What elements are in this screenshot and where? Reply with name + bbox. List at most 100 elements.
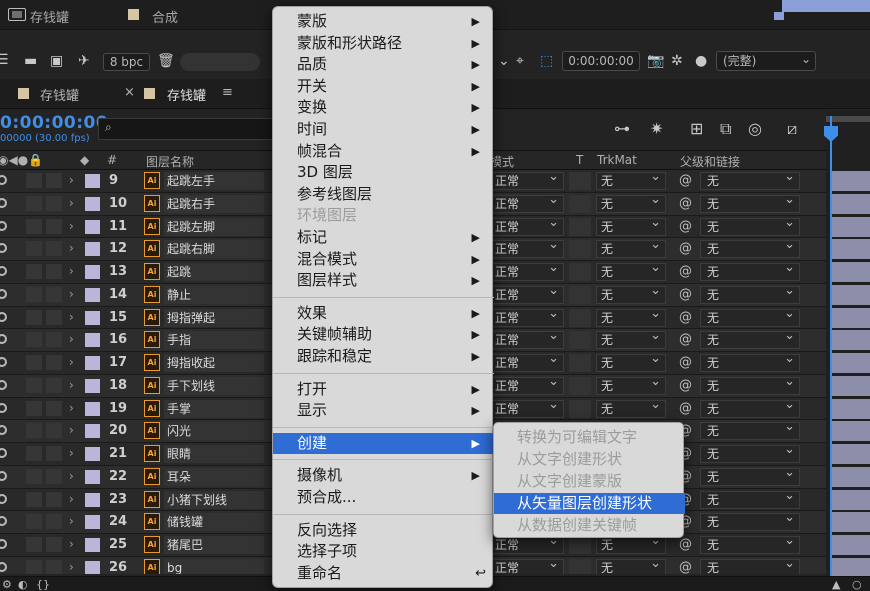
layer-name[interactable]: 静止 [164, 285, 264, 304]
lock-switch[interactable] [46, 264, 62, 279]
parent-select[interactable]: 无 [700, 192, 800, 213]
solo-switch[interactable] [26, 218, 42, 234]
parent-select[interactable]: 无 [700, 510, 800, 532]
comp-flowchart-icon[interactable]: ⊶ [614, 119, 630, 138]
menu-item[interactable]: 效果 ▶ [273, 303, 494, 324]
solo-switch[interactable] [26, 446, 42, 461]
blend-mode-select[interactable]: 正常 [490, 170, 564, 190]
render-icon[interactable]: ✈ [78, 53, 90, 69]
eye-icon[interactable] [0, 175, 7, 185]
column-trkmat[interactable]: TrkMat [597, 153, 637, 167]
chevron-right-icon[interactable]: › [69, 560, 74, 574]
preserve-transparency-switch[interactable] [569, 172, 591, 190]
solo-switch[interactable] [26, 264, 42, 279]
project-tab-label[interactable]: 存钱罐 [30, 7, 69, 26]
pick-whip-icon[interactable]: @ [679, 560, 692, 574]
label-color-swatch[interactable] [85, 378, 100, 393]
column-parent[interactable]: 父级和链接 [680, 153, 740, 170]
blend-mode-select[interactable]: 正常 [490, 397, 564, 418]
layer-switches-icon[interactable]: ⚙ [2, 578, 12, 591]
lock-switch[interactable] [46, 468, 62, 484]
preserve-transparency-switch[interactable] [569, 558, 591, 574]
track-matte-select[interactable]: 无 [596, 283, 666, 304]
chevron-right-icon[interactable]: › [69, 287, 74, 301]
label-color-swatch[interactable] [85, 242, 100, 257]
menu-item[interactable]: 选择子项 [273, 541, 494, 562]
track-matte-select[interactable]: 无 [596, 260, 666, 281]
column-t[interactable]: T [576, 153, 583, 167]
chevron-right-icon[interactable]: › [69, 241, 74, 255]
layer-duration-bar[interactable] [832, 330, 870, 351]
parent-select[interactable]: 无 [700, 465, 800, 486]
menu-item[interactable]: 反向选择 [273, 520, 494, 541]
parent-select[interactable]: 无 [700, 351, 800, 372]
chevron-right-icon[interactable]: › [69, 492, 74, 506]
eye-icon[interactable] [0, 243, 7, 254]
pick-whip-icon[interactable]: @ [679, 264, 692, 279]
menu-item[interactable]: 标记 ▶ [273, 227, 494, 248]
blend-mode-select[interactable]: 正常 [490, 556, 564, 574]
chevron-right-icon[interactable]: › [69, 469, 74, 483]
layer-name[interactable]: 猪尾巴 [164, 536, 264, 554]
menu-item[interactable]: 蒙版 ▶ [273, 11, 494, 32]
track-matte-select[interactable]: 无 [596, 237, 666, 259]
zoom-out-icon[interactable]: ▲ [832, 578, 840, 591]
layer-name[interactable]: 起跳右手 [164, 194, 264, 213]
layer-name[interactable]: 起跳左手 [164, 172, 264, 190]
track-matte-select[interactable]: 无 [596, 351, 666, 372]
lock-switch[interactable] [46, 355, 62, 370]
parent-select[interactable]: 无 [700, 374, 800, 395]
lock-switch[interactable] [46, 286, 62, 302]
layer-duration-bar[interactable] [832, 284, 870, 305]
column-number[interactable]: # [107, 153, 117, 167]
solo-switch[interactable] [26, 537, 42, 552]
menu-item[interactable]: 时间 ▶ [273, 119, 494, 140]
label-color-swatch[interactable] [85, 492, 100, 507]
eye-icon[interactable] [0, 357, 7, 367]
lock-switch[interactable] [46, 218, 62, 234]
blend-mode-select[interactable]: 正常 [490, 328, 564, 350]
solo-switch[interactable] [26, 377, 42, 393]
lock-switch[interactable] [46, 559, 62, 574]
layer-name[interactable]: 起跳右脚 [164, 240, 264, 259]
track-matte-select[interactable]: 无 [596, 397, 666, 418]
lock-switch[interactable] [46, 446, 62, 461]
solo-switch[interactable] [26, 491, 42, 507]
menu-item[interactable]: 蒙版和形状路径 ▶ [273, 33, 494, 54]
preserve-transparency-switch[interactable] [569, 308, 591, 327]
resolution-select[interactable]: (完整) ⌄ [716, 51, 816, 71]
menu-item[interactable]: 摄像机 ▶ [273, 465, 494, 486]
track-matte-select[interactable]: 无 [596, 556, 666, 574]
layer-name[interactable]: 拇指收起 [164, 354, 264, 372]
solo-switch[interactable] [26, 423, 42, 439]
blend-mode-select[interactable]: 正常 [490, 283, 564, 304]
preserve-transparency-switch[interactable] [569, 285, 591, 304]
tab-composition-2[interactable]: 存钱罐 [167, 85, 206, 104]
composition-settings-icon[interactable]: ▣ [50, 53, 63, 69]
show-snapshot-icon[interactable]: ✲ [671, 53, 683, 69]
work-area-bar[interactable] [826, 116, 870, 122]
eye-icon[interactable] [0, 288, 7, 299]
solo-switch[interactable] [26, 468, 42, 484]
solo-switch[interactable] [26, 241, 42, 257]
menu-item[interactable]: 变换 ▶ [273, 97, 494, 118]
pick-whip-icon[interactable]: @ [679, 287, 692, 302]
parent-select[interactable]: 无 [700, 260, 800, 281]
layer-duration-bar[interactable] [832, 262, 870, 282]
layer-duration-bar[interactable] [832, 375, 870, 396]
close-icon[interactable]: × [124, 85, 135, 100]
menu-item[interactable]: 创建 ▶ [273, 432, 494, 454]
current-time-field[interactable]: 0:00:00:00 [562, 51, 640, 71]
eye-icon[interactable] [0, 334, 7, 345]
blend-mode-select[interactable]: 正常 [490, 374, 564, 395]
layer-duration-bar[interactable] [832, 398, 870, 419]
trash-icon[interactable]: 🗑 [157, 53, 175, 69]
color-channels-icon[interactable]: ● [695, 53, 707, 69]
layer-duration-bar[interactable] [832, 512, 870, 533]
eye-icon[interactable] [0, 561, 7, 572]
in-out-panel-icon[interactable]: {} [36, 578, 50, 591]
eye-icon[interactable] [0, 493, 7, 504]
layer-name[interactable]: 起跳左脚 [164, 217, 264, 236]
solo-switch[interactable] [26, 332, 42, 348]
layer-duration-bar[interactable] [832, 489, 870, 510]
